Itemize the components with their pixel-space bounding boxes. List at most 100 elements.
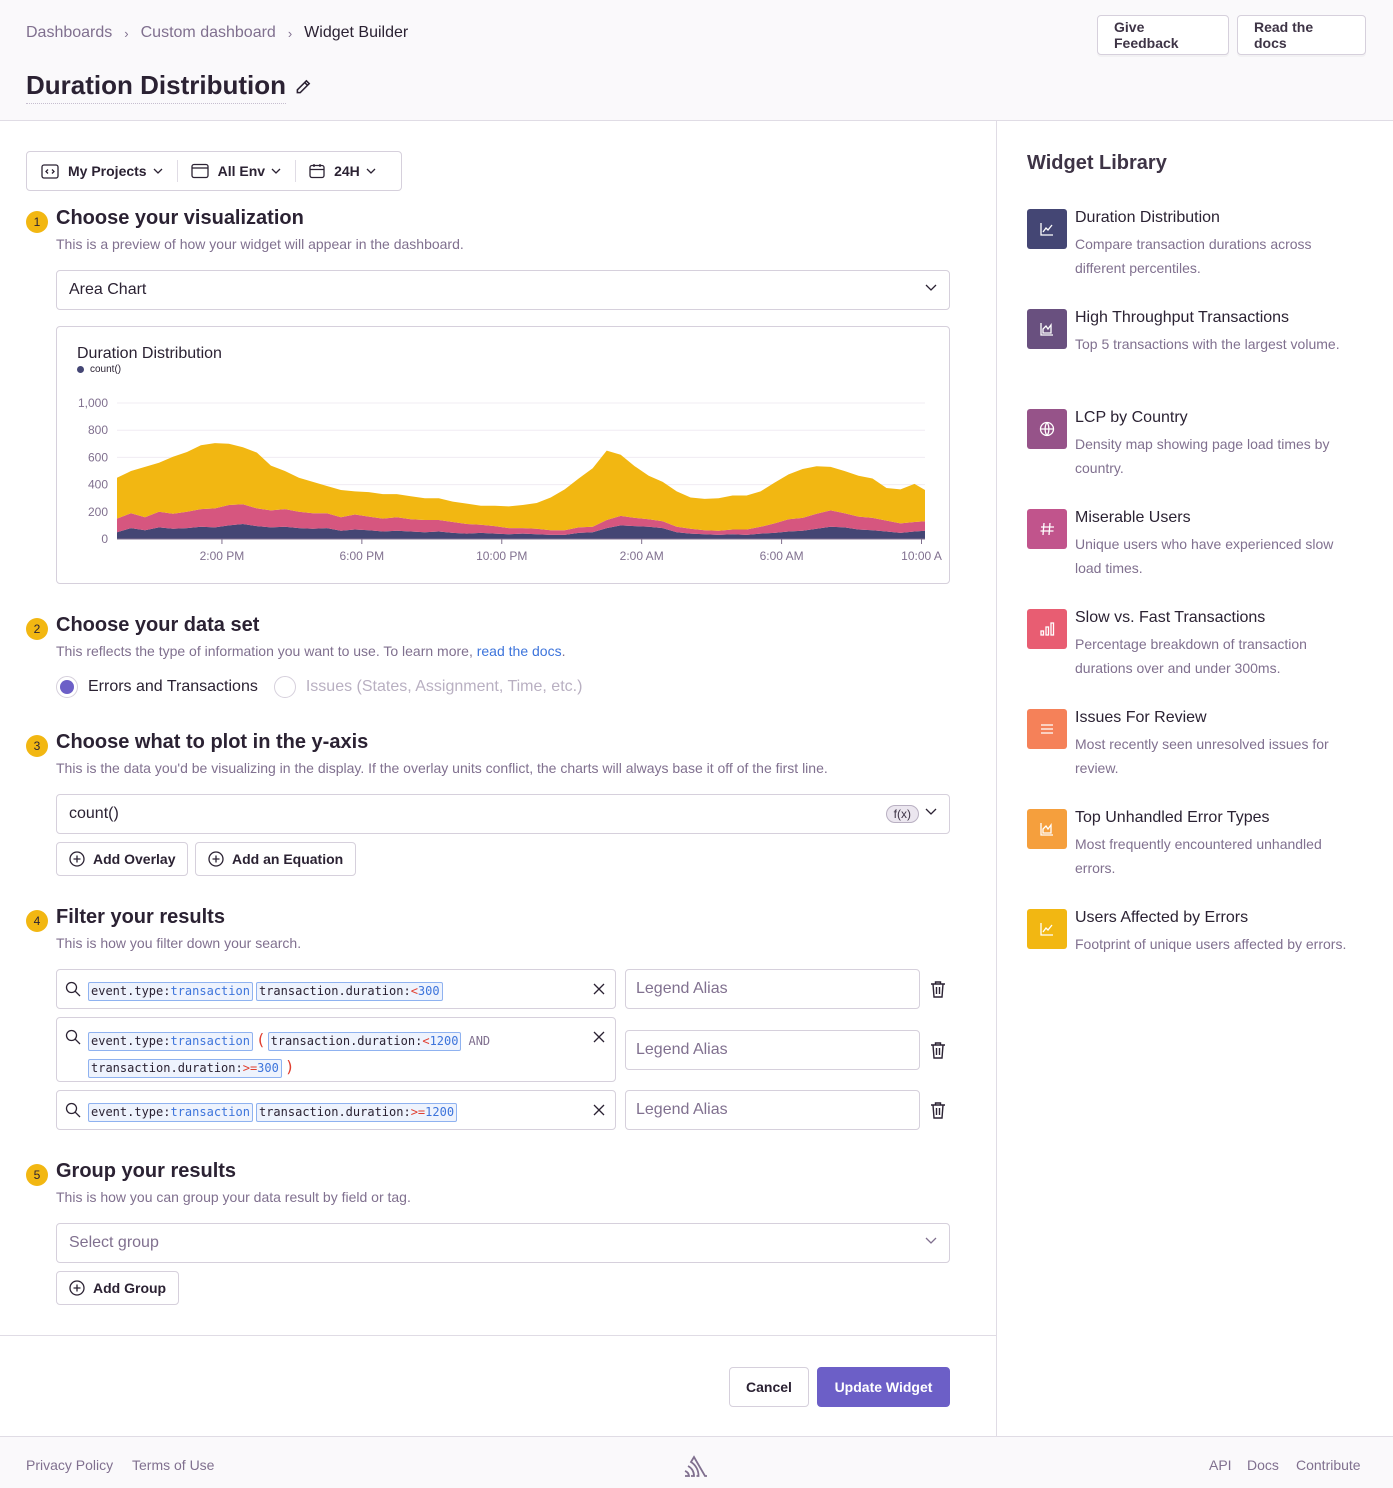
widget-library-item[interactable]: Top Unhandled Error Types Most frequently… bbox=[1027, 809, 1367, 889]
visualization-select[interactable]: Area Chart bbox=[56, 270, 950, 310]
step-number: 4 bbox=[26, 910, 48, 932]
search-token[interactable]: transaction.duration:>=1200 bbox=[255, 1103, 458, 1122]
legend-alias-input-1[interactable] bbox=[625, 969, 920, 1009]
search-token[interactable]: event.type:transaction bbox=[88, 1032, 253, 1051]
read-the-docs-button[interactable]: Read the docs bbox=[1237, 15, 1366, 55]
line-chart-icon bbox=[1040, 223, 1053, 236]
x-tick-label: 2:00 AM bbox=[620, 549, 664, 563]
pencil-icon[interactable] bbox=[294, 78, 312, 96]
widget-library-item[interactable]: High Throughput Transactions Top 5 transa… bbox=[1027, 309, 1367, 389]
x-tick-label: 10:00 PM bbox=[476, 549, 527, 563]
widget-name: Users Affected by Errors bbox=[1075, 909, 1249, 926]
token-key: event.type: bbox=[91, 984, 171, 998]
environment-selector-label: All Env bbox=[217, 163, 266, 179]
chevron-down-icon bbox=[271, 168, 281, 174]
time-period-selector[interactable]: 24H bbox=[295, 152, 390, 190]
step-title: Filter your results bbox=[56, 906, 225, 928]
give-feedback-button[interactable]: Give Feedback bbox=[1097, 15, 1229, 55]
docs-link[interactable]: Docs bbox=[1247, 1457, 1279, 1473]
area-chart: 0 200 400 600 800 1,000 2:00 PM 6:00 PM 10:00 PM… bbox=[78, 396, 942, 563]
widget-library-title: Widget Library bbox=[1027, 152, 1167, 174]
widget-description: Top 5 transactions with the largest volu… bbox=[1075, 336, 1340, 352]
chevron-right-icon: › bbox=[124, 25, 129, 41]
breadcrumb-custom-dashboard[interactable]: Custom dashboard bbox=[141, 24, 276, 42]
legend-alias-input-2[interactable] bbox=[625, 1030, 920, 1070]
search-token[interactable]: event.type:transaction bbox=[88, 1103, 253, 1122]
dataset-radio-errors-transactions[interactable] bbox=[56, 676, 78, 698]
group-by-select[interactable]: Select group bbox=[56, 1223, 950, 1263]
privacy-policy-link[interactable]: Privacy Policy bbox=[26, 1457, 113, 1473]
widget-library-item[interactable]: Issues For Review Most recently seen unre… bbox=[1027, 709, 1367, 789]
widget-icon-tile bbox=[1027, 309, 1067, 349]
step-title: Choose your visualization bbox=[56, 207, 304, 229]
y-tick-label: 200 bbox=[88, 505, 108, 519]
trash-icon[interactable] bbox=[930, 1101, 946, 1119]
query-search-2[interactable]: event.type:transaction(transaction.durat… bbox=[56, 1017, 616, 1082]
widget-library-item[interactable]: Duration Distribution Compare transaction… bbox=[1027, 209, 1367, 289]
yaxis-field-select[interactable]: count() f(x) bbox=[56, 794, 950, 834]
query-search-1[interactable]: event.type:transaction transaction.durati… bbox=[56, 969, 616, 1009]
close-icon[interactable] bbox=[593, 983, 605, 995]
environment-selector[interactable]: All Env bbox=[176, 152, 295, 190]
query-tokens[interactable]: event.type:transaction(transaction.durat… bbox=[88, 1027, 575, 1081]
page-header: Dashboards › Custom dashboard › Widget B… bbox=[0, 0, 1393, 121]
step-title: Group your results bbox=[56, 1160, 237, 1182]
widget-library-item[interactable]: LCP by Country Density map showing page l… bbox=[1027, 409, 1367, 489]
trash-icon[interactable] bbox=[930, 980, 946, 998]
query-tokens[interactable]: event.type:transaction transaction.durati… bbox=[88, 979, 575, 1004]
trash-icon[interactable] bbox=[930, 1041, 946, 1059]
cancel-button[interactable]: Cancel bbox=[729, 1367, 809, 1407]
update-widget-button[interactable]: Update Widget bbox=[817, 1367, 950, 1407]
add-overlay-button[interactable]: Add Overlay bbox=[56, 842, 189, 876]
search-token[interactable]: transaction.duration:<1200 bbox=[267, 1032, 462, 1051]
widget-name: Issues For Review bbox=[1075, 709, 1207, 726]
search-token[interactable]: transaction.duration:<300 bbox=[255, 982, 443, 1001]
terms-of-use-link[interactable]: Terms of Use bbox=[132, 1457, 214, 1473]
dataset-option-label[interactable]: Errors and Transactions bbox=[88, 678, 258, 696]
token-value: 300 bbox=[417, 984, 440, 998]
y-tick-label: 800 bbox=[88, 423, 108, 437]
widget-icon-tile bbox=[1027, 709, 1067, 749]
legend-alias-input-3[interactable] bbox=[625, 1090, 920, 1130]
project-selector[interactable]: My Projects bbox=[27, 152, 177, 190]
contribute-link[interactable]: Contribute bbox=[1296, 1457, 1361, 1473]
paren-token: ( bbox=[255, 1030, 266, 1049]
token-value: transaction bbox=[170, 1105, 250, 1119]
add-equation-button[interactable]: Add an Equation bbox=[195, 842, 357, 876]
dataset-radio-issues[interactable] bbox=[273, 676, 296, 698]
page-title[interactable]: Duration Distribution bbox=[26, 70, 286, 104]
search-icon bbox=[65, 1029, 81, 1045]
token-key: event.type: bbox=[91, 1034, 171, 1048]
widget-library-item[interactable]: Users Affected by Errors Footprint of uni… bbox=[1027, 909, 1367, 989]
environment-icon bbox=[190, 163, 209, 179]
step-number: 3 bbox=[26, 735, 48, 757]
dataset-radio-group: Errors and Transactions Issues (States, … bbox=[56, 676, 598, 698]
step-description-text: This reflects the type of information yo… bbox=[56, 643, 477, 659]
x-tick-label: 2:00 PM bbox=[200, 549, 245, 563]
token-value: transaction bbox=[170, 1034, 250, 1048]
query-search-3[interactable]: event.type:transaction transaction.durati… bbox=[56, 1090, 616, 1130]
breadcrumb-dashboards[interactable]: Dashboards bbox=[26, 24, 112, 42]
read-the-docs-link[interactable]: read the docs bbox=[477, 643, 562, 659]
add-group-button[interactable]: Add Group bbox=[56, 1271, 180, 1305]
widget-description: Unique users who have experienced slow l… bbox=[1075, 536, 1334, 576]
token-key: transaction.duration: bbox=[258, 984, 411, 998]
step-description: This is how you can group your data resu… bbox=[56, 1189, 411, 1205]
widget-library-item[interactable]: Miserable Users Unique users who have exp… bbox=[1027, 509, 1367, 589]
function-badge: f(x) bbox=[885, 805, 919, 823]
chevron-down-icon bbox=[925, 284, 937, 291]
widget-library-item[interactable]: Slow vs. Fast Transactions Percentage bre… bbox=[1027, 609, 1367, 689]
y-tick-label: 1,000 bbox=[78, 396, 108, 410]
y-tick-label: 600 bbox=[88, 450, 108, 464]
add-circle-icon bbox=[208, 851, 224, 867]
search-token[interactable]: event.type:transaction bbox=[88, 982, 253, 1001]
close-icon[interactable] bbox=[593, 1031, 605, 1043]
search-token[interactable]: transaction.duration:>=300 bbox=[88, 1059, 282, 1078]
close-icon[interactable] bbox=[593, 1104, 605, 1116]
api-link[interactable]: API bbox=[1209, 1457, 1232, 1473]
query-tokens[interactable]: event.type:transaction transaction.durati… bbox=[88, 1100, 575, 1125]
step-description: This reflects the type of information yo… bbox=[56, 643, 565, 659]
hash-icon bbox=[1040, 522, 1054, 536]
step-number: 5 bbox=[26, 1164, 48, 1186]
step-description: This is a preview of how your widget wil… bbox=[56, 236, 464, 252]
